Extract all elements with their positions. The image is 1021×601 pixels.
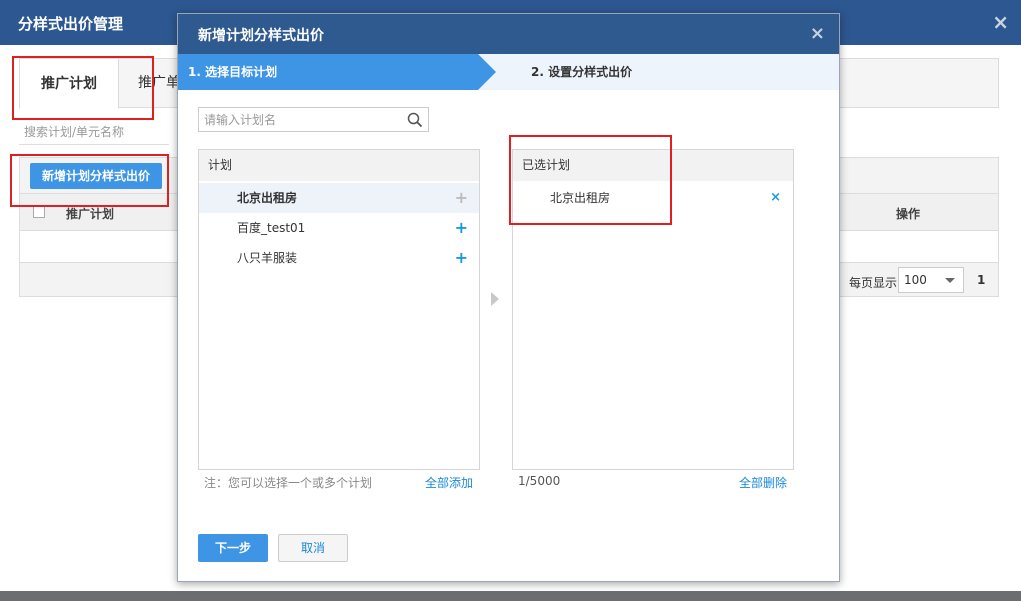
outer-search-input[interactable]: 搜索计划/单元名称 bbox=[19, 120, 169, 145]
chevron-down-icon bbox=[945, 278, 955, 283]
new-plan-bid-modal: 新增计划分样式出价 × 1. 选择目标计划 2. 设置分样式出价 计划 北京出租… bbox=[177, 13, 840, 582]
modal-close-icon[interactable]: × bbox=[810, 23, 825, 44]
selected-count: 1/5000 bbox=[518, 474, 561, 488]
list-item[interactable]: 北京出租房 + bbox=[199, 183, 479, 213]
search-icon[interactable] bbox=[407, 112, 423, 128]
plan-list-panel: 计划 北京出租房 + 百度_test01 + 八只羊服装 + bbox=[198, 149, 480, 470]
bottom-strip bbox=[0, 591, 1021, 601]
next-step-button[interactable]: 下一步 bbox=[198, 534, 268, 562]
modal-header: 新增计划分样式出价 × bbox=[178, 14, 839, 54]
outer-close-icon[interactable]: × bbox=[992, 10, 1009, 34]
tab-plan[interactable]: 推广计划 bbox=[19, 58, 119, 109]
column-header-operation: 操作 bbox=[896, 207, 921, 221]
plus-icon[interactable]: + bbox=[455, 243, 468, 273]
selected-plan-header: 已选计划 bbox=[513, 150, 793, 181]
selection-note: 注：您可以选择一个或多个计划 bbox=[204, 476, 373, 490]
step-arrow-icon bbox=[478, 54, 496, 90]
chevron-right-icon bbox=[491, 292, 499, 306]
plan-name: 八只羊服装 bbox=[237, 251, 298, 265]
plan-name: 百度_test01 bbox=[237, 221, 306, 235]
column-header-plan: 推广计划 bbox=[66, 207, 115, 221]
per-page-select[interactable]: 100 bbox=[898, 267, 964, 293]
per-page-value: 100 bbox=[904, 273, 927, 287]
new-plan-bid-button[interactable]: 新增计划分样式出价 bbox=[30, 163, 162, 189]
outer-dialog-title: 分样式出价管理 bbox=[18, 15, 124, 33]
plus-icon[interactable]: + bbox=[455, 183, 468, 213]
step-bar: 1. 选择目标计划 2. 设置分样式出价 bbox=[178, 54, 839, 90]
modal-title: 新增计划分样式出价 bbox=[198, 28, 324, 44]
plan-list-header: 计划 bbox=[199, 150, 479, 181]
plan-name: 北京出租房 bbox=[237, 191, 298, 205]
selected-plan-panel: 已选计划 北京出租房 × bbox=[512, 149, 794, 470]
step-1: 1. 选择目标计划 bbox=[178, 54, 496, 90]
cancel-button[interactable]: 取消 bbox=[278, 534, 348, 562]
plan-search-box bbox=[198, 107, 429, 132]
selected-plan-name: 北京出租房 bbox=[550, 191, 611, 205]
per-page-label: 每页显示 bbox=[849, 276, 898, 290]
page-number[interactable]: 1 bbox=[977, 273, 985, 287]
add-all-link[interactable]: 全部添加 bbox=[425, 474, 473, 491]
delete-all-link[interactable]: 全部删除 bbox=[739, 474, 787, 491]
step-2: 2. 设置分样式出价 bbox=[531, 65, 633, 79]
step-1-label: 1. 选择目标计划 bbox=[188, 65, 278, 79]
close-icon[interactable]: × bbox=[770, 183, 781, 213]
select-all-checkbox[interactable] bbox=[33, 206, 45, 218]
list-item: 北京出租房 × bbox=[513, 183, 793, 213]
plan-search-input[interactable] bbox=[199, 108, 399, 131]
plus-icon[interactable]: + bbox=[455, 213, 468, 243]
list-item[interactable]: 八只羊服装 + bbox=[199, 243, 479, 273]
list-item[interactable]: 百度_test01 + bbox=[199, 213, 479, 243]
